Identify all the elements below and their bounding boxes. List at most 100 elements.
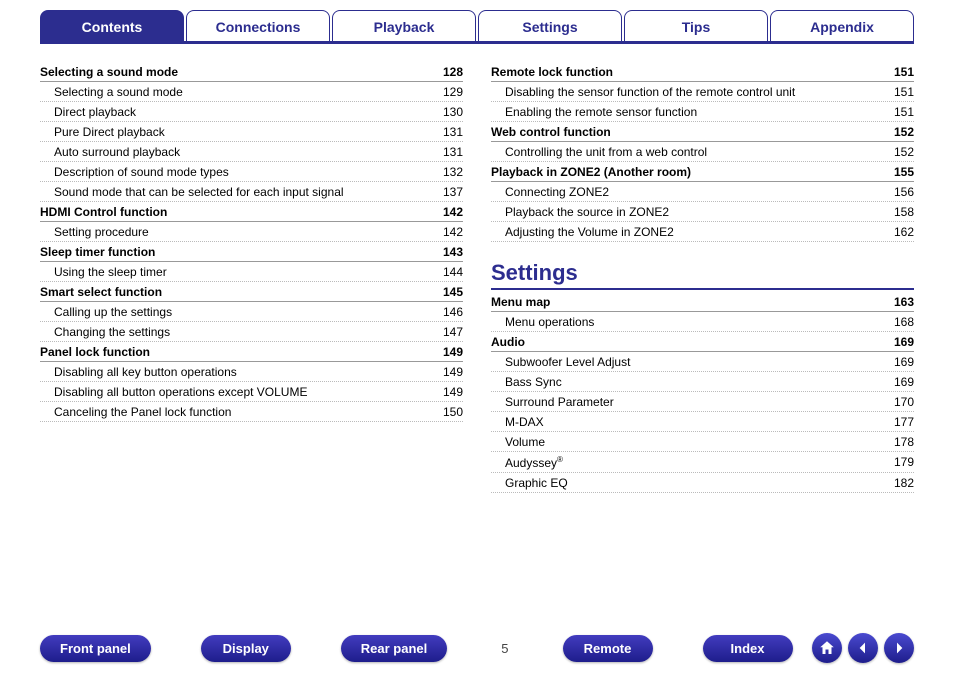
toc-section-heading[interactable]: Playback in ZONE2 (Another room) 155 [491, 162, 914, 182]
toc-section-page: 155 [894, 165, 914, 179]
arrow-left-icon[interactable] [848, 633, 878, 663]
toc-item-label: Description of sound mode types [40, 165, 229, 179]
toc-item[interactable]: Graphic EQ 182 [491, 473, 914, 493]
toc-item[interactable]: Calling up the settings146 [40, 302, 463, 322]
toc-item-label: Direct playback [40, 105, 136, 119]
toc-section-heading[interactable]: Panel lock function149 [40, 342, 463, 362]
toc-item[interactable]: Auto surround playback131 [40, 142, 463, 162]
toc-item[interactable]: Description of sound mode types132 [40, 162, 463, 182]
nav-tabs: Contents Connections Playback Settings T… [40, 10, 914, 44]
index-button[interactable]: Index [703, 635, 793, 662]
toc-item-page: 177 [894, 415, 914, 429]
toc-item-label: Selecting a sound mode [40, 85, 183, 99]
toc-item[interactable]: Using the sleep timer 144 [40, 262, 463, 282]
toc-section-heading[interactable]: HDMI Control function 142 [40, 202, 463, 222]
chapter-heading-settings: Settings [491, 260, 914, 290]
tab-settings[interactable]: Settings [478, 10, 622, 41]
tab-connections[interactable]: Connections [186, 10, 330, 41]
toc-item-page: 137 [443, 185, 463, 199]
toc-item[interactable]: Sound mode that can be selected for each… [40, 182, 463, 202]
tab-tips[interactable]: Tips [624, 10, 768, 41]
remote-button[interactable]: Remote [563, 635, 653, 662]
toc-item[interactable]: Setting procedure142 [40, 222, 463, 242]
toc-item-label: Audyssey® [491, 455, 563, 470]
toc-item-page: 151 [894, 105, 914, 119]
toc-section-page: 163 [894, 295, 914, 309]
toc-item-page: 152 [894, 145, 914, 159]
toc-item[interactable]: Controlling the unit from a web control 1… [491, 142, 914, 162]
toc-item-label: Setting procedure [40, 225, 149, 239]
toc-item[interactable]: Connecting ZONE2156 [491, 182, 914, 202]
toc-section-heading[interactable]: Menu map163 [491, 292, 914, 312]
toc-section-page: 151 [894, 65, 914, 79]
toc-item[interactable]: Pure Direct playback131 [40, 122, 463, 142]
toc-item-label: Volume [491, 435, 545, 449]
toc-section-title: Playback in ZONE2 (Another room) [491, 165, 691, 179]
toc-item-label: Enabling the remote sensor function [491, 105, 697, 119]
toc-item[interactable]: Subwoofer Level Adjust169 [491, 352, 914, 372]
tab-appendix[interactable]: Appendix [770, 10, 914, 41]
toc-item[interactable]: Disabling all key button operations 149 [40, 362, 463, 382]
toc-section-heading[interactable]: Web control function152 [491, 122, 914, 142]
toc-item-sup: ® [557, 455, 563, 464]
tab-playback[interactable]: Playback [332, 10, 476, 41]
display-button[interactable]: Display [201, 635, 291, 662]
toc-item-page: 158 [894, 205, 914, 219]
toc-item[interactable]: Changing the settings 147 [40, 322, 463, 342]
toc-section-heading[interactable]: Audio169 [491, 332, 914, 352]
toc-section-page: 143 [443, 245, 463, 259]
toc-item[interactable]: Volume178 [491, 432, 914, 452]
toc-section-title: HDMI Control function [40, 205, 167, 219]
toc-item[interactable]: Disabling all button operations except V… [40, 382, 463, 402]
toc-item-label: Disabling all button operations except V… [40, 385, 307, 399]
toc-item-page: 179 [894, 455, 914, 470]
toc-section-title: Remote lock function [491, 65, 613, 79]
toc-item[interactable]: Canceling the Panel lock function150 [40, 402, 463, 422]
toc-item-label: Graphic EQ [491, 476, 568, 490]
toc-item[interactable]: Disabling the sensor function of the rem… [491, 82, 914, 102]
tab-contents[interactable]: Contents [40, 10, 184, 41]
toc-item[interactable]: Audyssey® 179 [491, 452, 914, 473]
toc-item-page: 130 [443, 105, 463, 119]
toc-item-page: 149 [443, 385, 463, 399]
toc-item-page: 131 [443, 125, 463, 139]
toc-item[interactable]: Bass Sync169 [491, 372, 914, 392]
toc-item-label: Surround Parameter [491, 395, 614, 409]
toc-item[interactable]: Adjusting the Volume in ZONE2162 [491, 222, 914, 242]
toc-section-title: Panel lock function [40, 345, 150, 359]
toc-item-page: 182 [894, 476, 914, 490]
toc-item[interactable]: Selecting a sound mode129 [40, 82, 463, 102]
toc-section-title: Smart select function [40, 285, 162, 299]
page-number: 5 [497, 641, 512, 656]
toc-item-label: Playback the source in ZONE2 [491, 205, 669, 219]
home-icon[interactable] [812, 633, 842, 663]
toc-item-label: Bass Sync [491, 375, 562, 389]
toc-item-page: 147 [443, 325, 463, 339]
front-panel-button[interactable]: Front panel [40, 635, 151, 662]
toc-item-label: Controlling the unit from a web control [491, 145, 707, 159]
toc-section-heading[interactable]: Selecting a sound mode128 [40, 62, 463, 82]
toc-item-label: M-DAX [491, 415, 544, 429]
toc-item-page: 146 [443, 305, 463, 319]
toc-item-page: 149 [443, 365, 463, 379]
toc-section-heading[interactable]: Remote lock function 151 [491, 62, 914, 82]
arrow-right-icon[interactable] [884, 633, 914, 663]
toc-item[interactable]: Surround Parameter170 [491, 392, 914, 412]
toc-right-column: Remote lock function 151 Disabling the sen… [491, 62, 914, 493]
toc-item-label: Disabling all key button operations [40, 365, 237, 379]
toc-section-page: 142 [443, 205, 463, 219]
toc-item[interactable]: M-DAX 177 [491, 412, 914, 432]
toc-section-heading[interactable]: Sleep timer function143 [40, 242, 463, 262]
toc-item[interactable]: Menu operations168 [491, 312, 914, 332]
toc-item[interactable]: Direct playback 130 [40, 102, 463, 122]
toc-item[interactable]: Playback the source in ZONE2 158 [491, 202, 914, 222]
toc-section-heading[interactable]: Smart select function145 [40, 282, 463, 302]
toc-item-page: 144 [443, 265, 463, 279]
toc-item-label: Disabling the sensor function of the rem… [491, 85, 795, 99]
toc-item-label: Subwoofer Level Adjust [491, 355, 630, 369]
toc-section-page: 152 [894, 125, 914, 139]
toc-item-label: Using the sleep timer [40, 265, 167, 279]
rear-panel-button[interactable]: Rear panel [341, 635, 447, 662]
toc-item[interactable]: Enabling the remote sensor function 151 [491, 102, 914, 122]
toc-item-label: Changing the settings [40, 325, 170, 339]
